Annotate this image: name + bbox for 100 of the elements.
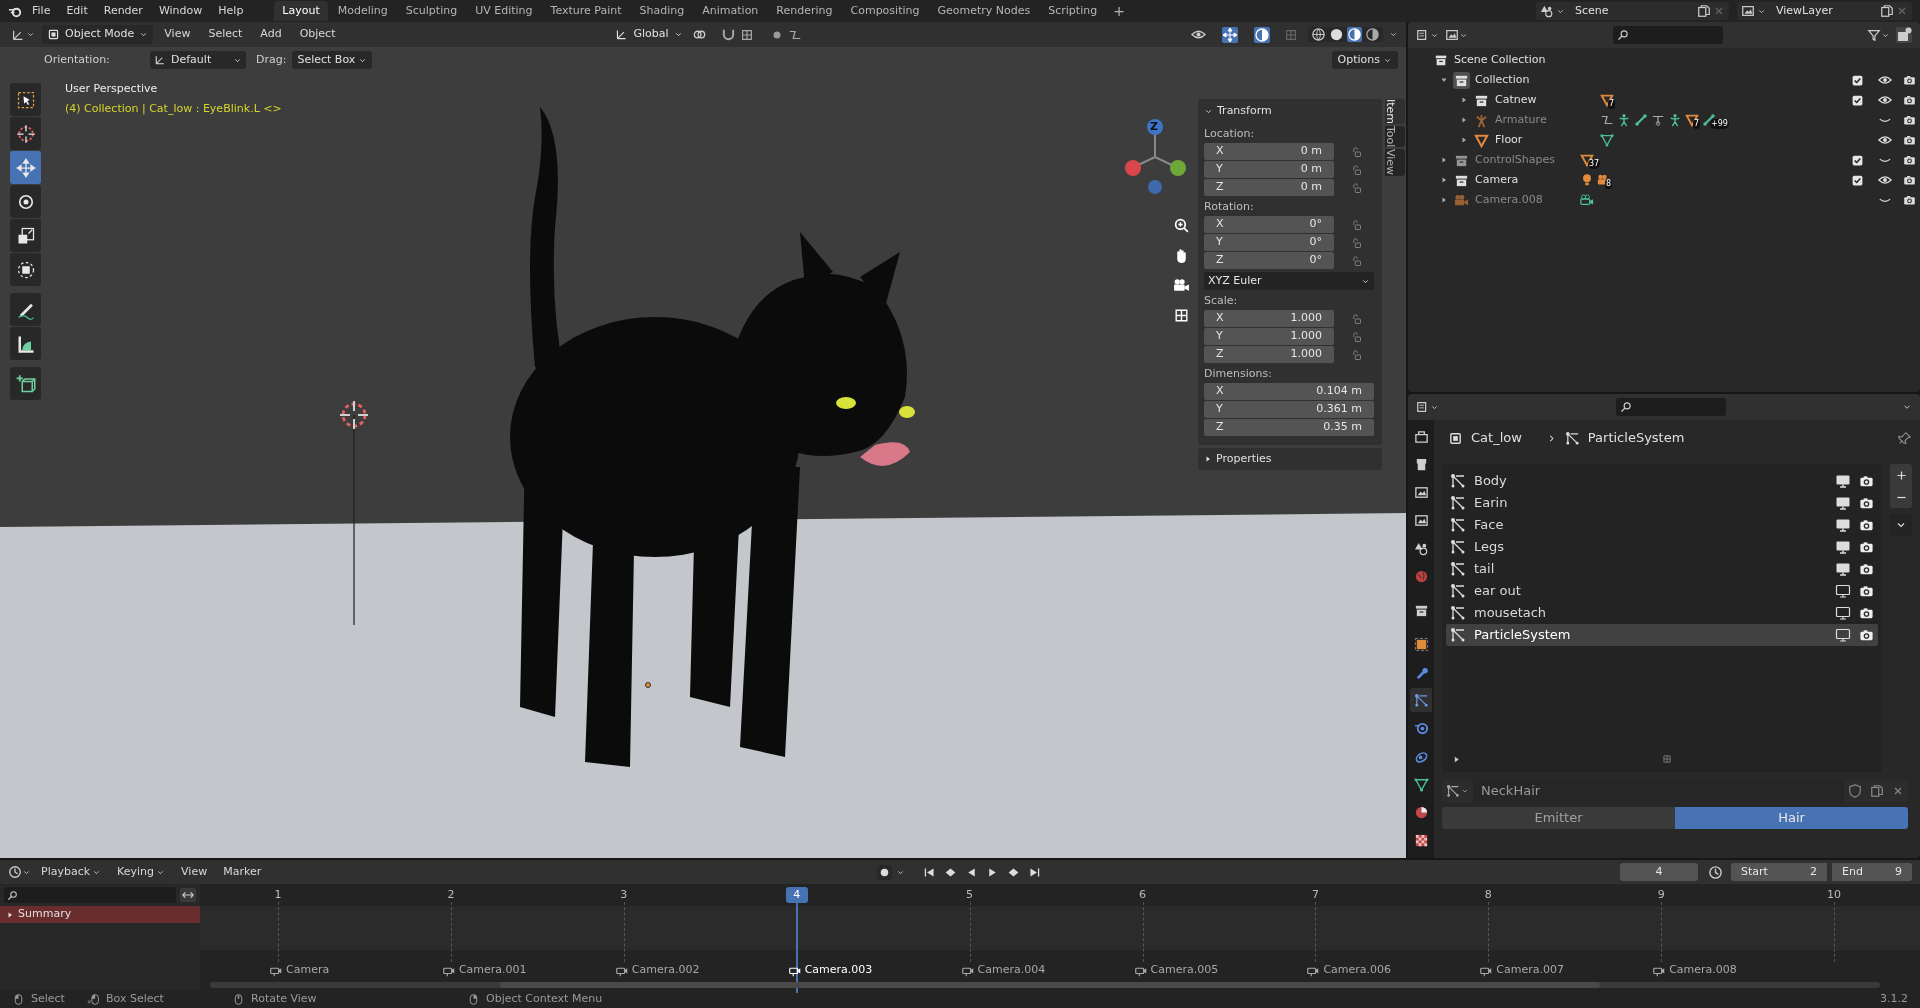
menu-item[interactable]: View (175, 863, 214, 881)
expand-arrow-icon[interactable] (1440, 176, 1448, 184)
copy-icon[interactable] (1880, 4, 1894, 18)
outliner-item[interactable]: ControlShapes (1475, 152, 1575, 168)
search-field[interactable] (1612, 26, 1723, 44)
collapse-arrow-icon[interactable] (1440, 76, 1448, 84)
sidebar-tab[interactable]: View (1385, 149, 1405, 176)
eye-icon[interactable] (1878, 133, 1892, 147)
eye-icon[interactable] (1878, 173, 1892, 187)
scene-selector[interactable]: Scene (1536, 2, 1729, 20)
lock-icon[interactable] (1350, 312, 1362, 325)
expand-arrow-icon[interactable] (1452, 754, 1461, 764)
sidebar-tab[interactable]: Tool (1385, 126, 1405, 148)
increment-icon[interactable] (739, 27, 754, 42)
workspace-tab[interactable]: Animation (694, 1, 767, 21)
camera-icon[interactable] (1859, 495, 1874, 511)
menu-item[interactable]: Select (201, 26, 250, 43)
monitor-icon[interactable] (1835, 495, 1851, 511)
menu-item[interactable]: File (25, 2, 58, 20)
menu-item[interactable]: Render (96, 2, 150, 20)
solid-shading-icon[interactable] (1329, 27, 1344, 42)
rendered-shading-icon[interactable] (1365, 27, 1380, 42)
outliner-item[interactable]: Camera (1475, 172, 1575, 188)
workspace-tab[interactable]: Scripting (1040, 1, 1106, 21)
monitor-icon[interactable] (1835, 627, 1851, 643)
expand-arrow-icon[interactable] (1440, 156, 1448, 164)
lock-icon[interactable] (1350, 330, 1362, 343)
close-icon[interactable] (1713, 5, 1725, 17)
menu-item[interactable]: Marker (217, 863, 268, 881)
mode-dropdown[interactable]: Object Mode (42, 25, 154, 44)
type-toggle[interactable]: Emitter (1442, 807, 1675, 829)
camera-icon[interactable] (1859, 473, 1874, 489)
duplicate-icon[interactable] (1870, 784, 1884, 798)
rotation-mode-dropdown[interactable]: XYZ Euler (1204, 272, 1374, 290)
playhead-line[interactable] (795, 903, 798, 993)
filter-button[interactable] (1867, 28, 1890, 42)
navigation-gizmo[interactable]: Z (1122, 113, 1186, 195)
monitor-icon[interactable] (1835, 605, 1851, 621)
outliner-item[interactable]: Scene Collection (1454, 51, 1546, 69)
type-toggle[interactable]: Hair (1675, 807, 1908, 829)
monitor-icon[interactable] (1835, 539, 1851, 555)
settings-name-field[interactable]: NeckHair (1473, 780, 1844, 802)
drag-dropdown[interactable]: Select Box (292, 51, 373, 69)
workspace-tab[interactable]: Compositing (842, 1, 928, 21)
menu-item[interactable]: Keying (111, 863, 172, 881)
pin-icon[interactable] (1898, 431, 1912, 445)
list-item[interactable]: mousetach (1446, 602, 1878, 624)
panel-header[interactable]: Properties (1198, 448, 1382, 470)
panel-header[interactable]: Transform (1204, 99, 1376, 123)
jump-to-end-icon[interactable] (1028, 865, 1042, 879)
camera-icon[interactable] (1859, 627, 1874, 643)
checkbox-icon[interactable] (1851, 73, 1864, 87)
monitor-icon[interactable] (1835, 561, 1851, 577)
end-frame-field[interactable]: End 9 (1832, 863, 1912, 881)
transform-tool[interactable] (10, 253, 41, 286)
camera-icon[interactable] (1859, 605, 1874, 621)
lock-icon[interactable] (1350, 348, 1362, 361)
expand-arrow-icon[interactable] (1460, 136, 1468, 144)
camera-icon[interactable] (1859, 517, 1874, 533)
add-cube-tool[interactable] (10, 367, 41, 400)
start-frame-field[interactable]: Start 2 (1731, 863, 1827, 881)
particles-tab[interactable] (1410, 688, 1432, 712)
expand-arrow-icon[interactable] (1440, 196, 1448, 204)
rotate-tool[interactable] (10, 185, 41, 218)
material-shading-icon[interactable] (1347, 27, 1362, 42)
resize-grip-icon[interactable] (1661, 754, 1672, 764)
display-mode-button[interactable] (1445, 28, 1468, 42)
checkbox-icon[interactable] (1851, 93, 1864, 107)
chevron-down-icon[interactable] (1389, 30, 1398, 39)
current-frame-field[interactable]: 4 (1620, 863, 1698, 881)
list-item[interactable]: tail (1446, 558, 1878, 580)
list-item[interactable]: Face (1446, 514, 1878, 536)
camera-icon[interactable] (1903, 133, 1916, 147)
outliner-item[interactable]: Catnew (1495, 92, 1595, 108)
lock-icon[interactable] (1350, 218, 1362, 231)
menu-item[interactable]: Playback (35, 863, 108, 881)
number-field[interactable]: X 0.104 m (1204, 383, 1374, 400)
checkbox-icon[interactable] (1851, 173, 1864, 187)
monitor-icon[interactable] (1835, 517, 1851, 533)
editor-type-button[interactable] (1416, 28, 1439, 42)
add-workspace-button[interactable]: + (1107, 0, 1131, 22)
frame-number[interactable]: 4 (785, 887, 808, 903)
monitor-icon[interactable] (1835, 473, 1851, 489)
lock-icon[interactable] (1350, 181, 1362, 194)
workspace-tab[interactable]: Geometry Nodes (929, 1, 1039, 21)
menu-item[interactable]: View (157, 26, 198, 43)
annotate-tool[interactable] (10, 293, 41, 326)
gizmo-toggle-icon[interactable] (1222, 26, 1238, 43)
workspace-tab[interactable]: Modeling (329, 1, 396, 21)
options-dropdown[interactable]: Options (1331, 51, 1398, 69)
next-keyframe-icon[interactable] (1007, 865, 1021, 879)
editor-type-button[interactable] (8, 865, 31, 879)
expand-arrow-icon[interactable] (1460, 96, 1468, 104)
menu-item[interactable]: Add (253, 26, 289, 43)
workspace-tab[interactable]: Texture Paint (542, 1, 630, 21)
copy-icon[interactable] (1697, 4, 1711, 18)
workspace-tab[interactable]: Rendering (768, 1, 841, 21)
number-field[interactable]: Z 1.000 (1204, 346, 1334, 363)
specials-menu-button[interactable] (1890, 514, 1912, 536)
view-layer-selector[interactable]: ViewLayer (1737, 2, 1912, 20)
